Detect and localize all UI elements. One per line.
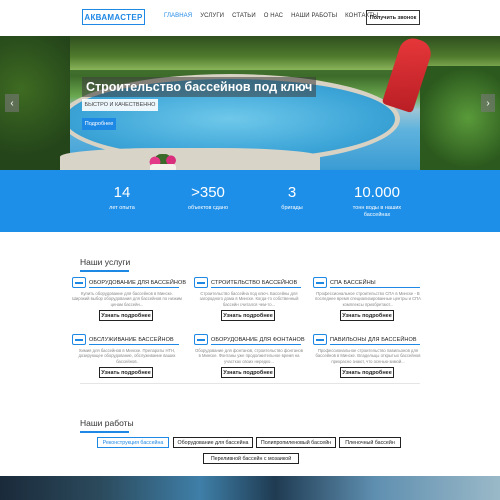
slider-prev-icon[interactable]: ‹ (5, 94, 19, 112)
pavilion-icon (313, 334, 327, 345)
service-more-button[interactable]: Узнать подробнее (340, 310, 394, 321)
stat-value: 14 (113, 184, 131, 201)
works-filter-film[interactable]: Пленочный бассейн (339, 437, 401, 448)
service-description: Оборудование для фонтанов, строительство… (195, 348, 303, 364)
service-more-button[interactable]: Узнать подробнее (221, 310, 275, 321)
works-title-underline (80, 431, 129, 433)
hero-slider (0, 36, 500, 170)
service-name[interactable]: СПА БАССЕЙНЫ (330, 280, 376, 286)
service-name-underline (89, 287, 179, 288)
request-call-button[interactable]: Получить звонок (366, 10, 420, 25)
construction-icon (194, 277, 208, 288)
stat-value: 10.000 (354, 184, 400, 201)
main-nav: ГЛАВНАЯ УСЛУГИ СТАТЬИ О НАС НАШИ РАБОТЫ … (164, 13, 386, 19)
service-more-button[interactable]: Узнать подробнее (221, 367, 275, 378)
site-logo[interactable]: АКВАМАСТЕР (82, 9, 145, 25)
hero-title: Строительство бассейнов под ключ (82, 77, 317, 97)
equipment-icon (72, 277, 86, 288)
services-title-underline (80, 270, 129, 272)
section-divider (80, 383, 420, 384)
service-name-underline (211, 344, 301, 345)
stat-label: тонн воды в наших бассейнах (352, 205, 402, 218)
works-filter-reconstruction[interactable]: Реконструкция бассейна (97, 437, 169, 448)
works-filter-overflow-mosaic[interactable]: Переливной бассейн с мозаикой (203, 453, 299, 464)
fountain-icon (194, 334, 208, 345)
service-more-button[interactable]: Узнать подробнее (99, 310, 153, 321)
works-filter-equipment[interactable]: Оборудование для бассейна (173, 437, 253, 448)
stats-band: 14 лет опыта >350 объектов сдано 3 брига… (0, 170, 500, 232)
service-name-underline (330, 287, 420, 288)
nav-item-home[interactable]: ГЛАВНАЯ (164, 13, 192, 19)
stat-value: >350 (191, 184, 225, 201)
service-name[interactable]: ОБОРУДОВАНИЕ ДЛЯ ФОНТАНОВ (211, 337, 305, 343)
service-description: Профессиональное строительство СПА в Мин… (315, 291, 421, 307)
works-filter-polypropylene[interactable]: Полипропиленовый бассейн (256, 437, 336, 448)
maintenance-icon (72, 334, 86, 345)
service-name-underline (89, 344, 179, 345)
nav-item-works[interactable]: НАШИ РАБОТЫ (291, 13, 337, 19)
nav-item-articles[interactable]: СТАТЬИ (232, 13, 256, 19)
stat-label: объектов сдано (187, 205, 229, 211)
service-name[interactable]: ПАВИЛЬОНЫ ДЛЯ БАССЕЙНОВ (330, 337, 417, 343)
service-name[interactable]: ОБСЛУЖИВАНИЕ БАССЕЙНОВ (89, 337, 174, 343)
service-description: Строительство бассейна под ключ. Бассейн… (199, 291, 299, 307)
nav-item-services[interactable]: УСЛУГИ (200, 13, 224, 19)
service-name-underline (211, 287, 301, 288)
nav-item-about[interactable]: О НАС (264, 13, 283, 19)
slider-next-icon[interactable]: › (481, 94, 495, 112)
works-title: Наши работы (80, 418, 134, 428)
site-header: АКВАМАСТЕР ГЛАВНАЯ УСЛУГИ СТАТЬИ О НАС Н… (0, 0, 500, 36)
service-name[interactable]: ОБОРУДОВАНИЕ ДЛЯ БАССЕЙНОВ (89, 280, 186, 286)
service-name[interactable]: СТРОИТЕЛЬСТВО БАССЕЙНОВ (211, 280, 297, 286)
works-gallery-preview[interactable] (0, 476, 500, 500)
hero-pool-deck (60, 148, 320, 170)
stat-label: лет опыта (109, 205, 135, 211)
service-description: Профессиональное строительство павильоно… (315, 348, 421, 364)
service-description: Химия для бассейнов в Минске. Препараты … (78, 348, 176, 364)
hero-tree-right (420, 66, 500, 170)
service-name-underline (330, 344, 420, 345)
service-description: Купить оборудование для бассейнов в Минс… (72, 291, 182, 307)
spa-icon (313, 277, 327, 288)
stat-label: бригады (281, 205, 303, 211)
service-more-button[interactable]: Узнать подробнее (340, 367, 394, 378)
service-more-button[interactable]: Узнать подробнее (99, 367, 153, 378)
hero-more-button[interactable]: Подробнее (82, 118, 116, 130)
services-title: Наши услуги (80, 257, 131, 267)
stat-value: 3 (287, 184, 297, 201)
hero-subtitle: БЫСТРО И КАЧЕСТВЕННО (82, 99, 158, 111)
